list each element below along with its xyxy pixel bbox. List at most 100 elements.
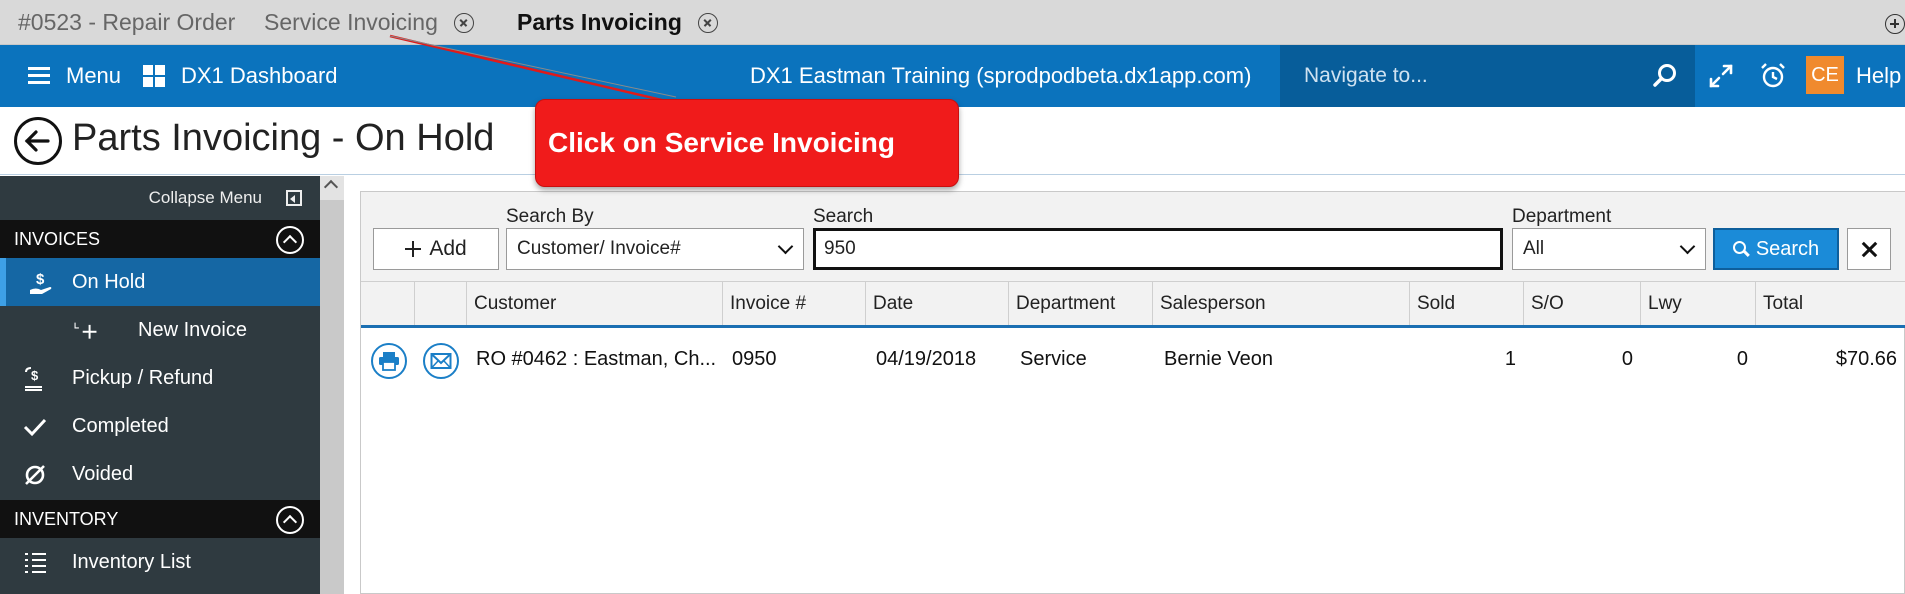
site-title: DX1 Eastman Training (sprodpodbeta.dx1ap… — [750, 63, 1252, 88]
clear-search-button[interactable] — [1847, 228, 1891, 270]
svg-text:$: $ — [31, 368, 39, 383]
department-select[interactable]: All — [1512, 228, 1706, 270]
search-by-select[interactable]: Customer/ Invoice# — [506, 228, 804, 270]
sidebar-item-label: New Invoice — [138, 318, 247, 341]
cell-lwy: 0 — [1736, 347, 1748, 370]
sidebar-item-label: Completed — [72, 414, 169, 437]
column-header-sold[interactable]: Sold — [1410, 282, 1524, 325]
top-nav: Menu DX1 Dashboard DX1 Eastman Training … — [0, 45, 1905, 107]
department-value: All — [1523, 238, 1545, 259]
menu-button[interactable]: Menu — [28, 45, 121, 107]
cell-so: 0 — [1621, 347, 1633, 370]
plus-icon — [72, 318, 98, 344]
alarm-clock-icon[interactable] — [1757, 45, 1789, 107]
tab-bar: #0523 - Repair Order Service Invoicing P… — [0, 0, 1905, 45]
hamburger-icon — [28, 67, 50, 85]
search-button[interactable]: Search — [1713, 228, 1839, 270]
dashboard-button[interactable]: DX1 Dashboard — [143, 45, 338, 107]
check-icon — [22, 414, 48, 440]
refund-icon: $ — [22, 366, 48, 392]
sidebar-item-voided[interactable]: Voided — [0, 450, 320, 498]
sidebar-item-label: Voided — [72, 462, 134, 485]
close-tab-icon[interactable] — [453, 12, 474, 33]
column-header-so[interactable]: S/O — [1524, 282, 1641, 325]
table-row[interactable]: RO #0462 : Eastman, Ch... 0950 04/19/201… — [361, 328, 1905, 390]
search-by-label: Search By — [506, 206, 594, 227]
collapse-icon — [286, 190, 302, 206]
sidebar-item-new-invoice[interactable]: New Invoice — [0, 306, 320, 354]
column-header-lwy[interactable]: Lwy — [1641, 282, 1756, 325]
navigate-input[interactable] — [1280, 64, 1620, 88]
add-button-label: Add — [429, 237, 467, 260]
dollar-hand-icon: $ — [28, 270, 54, 296]
search-icon — [1732, 241, 1749, 257]
search-input[interactable] — [813, 228, 1503, 270]
dashboard-label: DX1 Dashboard — [181, 63, 338, 88]
sidebar-item-label: On Hold — [72, 270, 146, 293]
column-header-invoice[interactable]: Invoice # — [723, 282, 866, 325]
column-header-customer[interactable]: Customer — [467, 282, 723, 325]
menu-label: Menu — [66, 63, 122, 88]
cell-customer: RO #0462 : Eastman, Ch... — [476, 347, 717, 370]
collapse-menu-label: Collapse Menu — [148, 188, 262, 207]
sidebar: Collapse Menu INVOICES $ On Hold New Inv… — [0, 176, 320, 594]
user-avatar[interactable]: CE — [1806, 56, 1844, 94]
sidebar-item-on-hold[interactable]: $ On Hold — [0, 258, 320, 306]
email-icon[interactable] — [423, 343, 459, 379]
page-title: Parts Invoicing - On Hold — [72, 117, 495, 159]
help-link[interactable]: Help — [1856, 45, 1901, 107]
column-header-print — [361, 282, 415, 325]
cell-invoice: 0950 — [732, 347, 777, 370]
invoice-list-panel: Add Search By Customer/ Invoice# Search … — [360, 191, 1905, 594]
search-label: Search — [813, 206, 874, 227]
cell-total: $70.66 — [1835, 347, 1897, 370]
tab-service-invoicing[interactable]: Service Invoicing — [264, 0, 474, 45]
sidebar-item-pickup-refund[interactable]: $ Pickup / Refund — [0, 354, 320, 402]
sidebar-item-label: Pickup / Refund — [72, 366, 214, 389]
section-inventory[interactable]: INVENTORY — [0, 500, 320, 538]
close-tab-icon[interactable] — [697, 12, 718, 33]
void-icon — [22, 462, 48, 488]
collapse-menu-button[interactable]: Collapse Menu — [0, 176, 320, 220]
table-header: Customer Invoice # Date Department Sales… — [361, 282, 1905, 328]
svg-text:$: $ — [36, 271, 45, 288]
tab-label: #0523 - Repair Order — [18, 9, 236, 35]
cell-sold: 1 — [1504, 347, 1516, 370]
tab-repair-order[interactable]: #0523 - Repair Order — [18, 0, 235, 45]
back-arrow-icon[interactable] — [14, 117, 62, 165]
scrollbar-thumb[interactable] — [320, 200, 344, 594]
section-title: INVOICES — [14, 228, 101, 249]
plus-icon — [405, 241, 422, 257]
sidebar-item-label: Inventory List — [72, 550, 191, 573]
section-title: INVENTORY — [14, 508, 119, 529]
tab-label: Parts Invoicing — [517, 9, 682, 35]
cell-salesperson: Bernie Veon — [1164, 347, 1273, 370]
chevron-up-icon[interactable] — [276, 506, 304, 534]
chevron-up-icon[interactable] — [276, 226, 304, 254]
add-button[interactable]: Add — [373, 228, 499, 270]
cell-department: Service — [1020, 347, 1087, 370]
column-header-date[interactable]: Date — [866, 282, 1009, 325]
column-header-salesperson[interactable]: Salesperson — [1153, 282, 1410, 325]
section-invoices[interactable]: INVOICES — [0, 220, 320, 258]
print-icon[interactable] — [371, 343, 407, 379]
column-header-department[interactable]: Department — [1009, 282, 1153, 325]
scroll-up-arrow-icon[interactable] — [323, 179, 339, 195]
search-button-label: Search — [1755, 237, 1820, 260]
instruction-callout: Click on Service Invoicing — [535, 99, 959, 187]
department-label: Department — [1512, 206, 1612, 227]
navigate-search-box — [1280, 45, 1695, 107]
add-tab-icon[interactable] — [1885, 14, 1905, 34]
tab-parts-invoicing[interactable]: Parts Invoicing — [517, 0, 718, 45]
column-header-total[interactable]: Total — [1756, 282, 1905, 325]
chevron-down-icon — [777, 238, 794, 255]
sidebar-item-inventory-list[interactable]: Inventory List — [0, 538, 320, 586]
search-icon[interactable] — [1650, 45, 1680, 107]
sidebar-item-completed[interactable]: Completed — [0, 402, 320, 450]
search-by-value: Customer/ Invoice# — [517, 238, 681, 259]
sidebar-scrollbar[interactable] — [320, 176, 344, 594]
chevron-down-icon — [1679, 238, 1696, 255]
column-header-email — [415, 282, 467, 325]
fullscreen-icon[interactable] — [1705, 45, 1737, 107]
list-icon — [22, 550, 48, 576]
